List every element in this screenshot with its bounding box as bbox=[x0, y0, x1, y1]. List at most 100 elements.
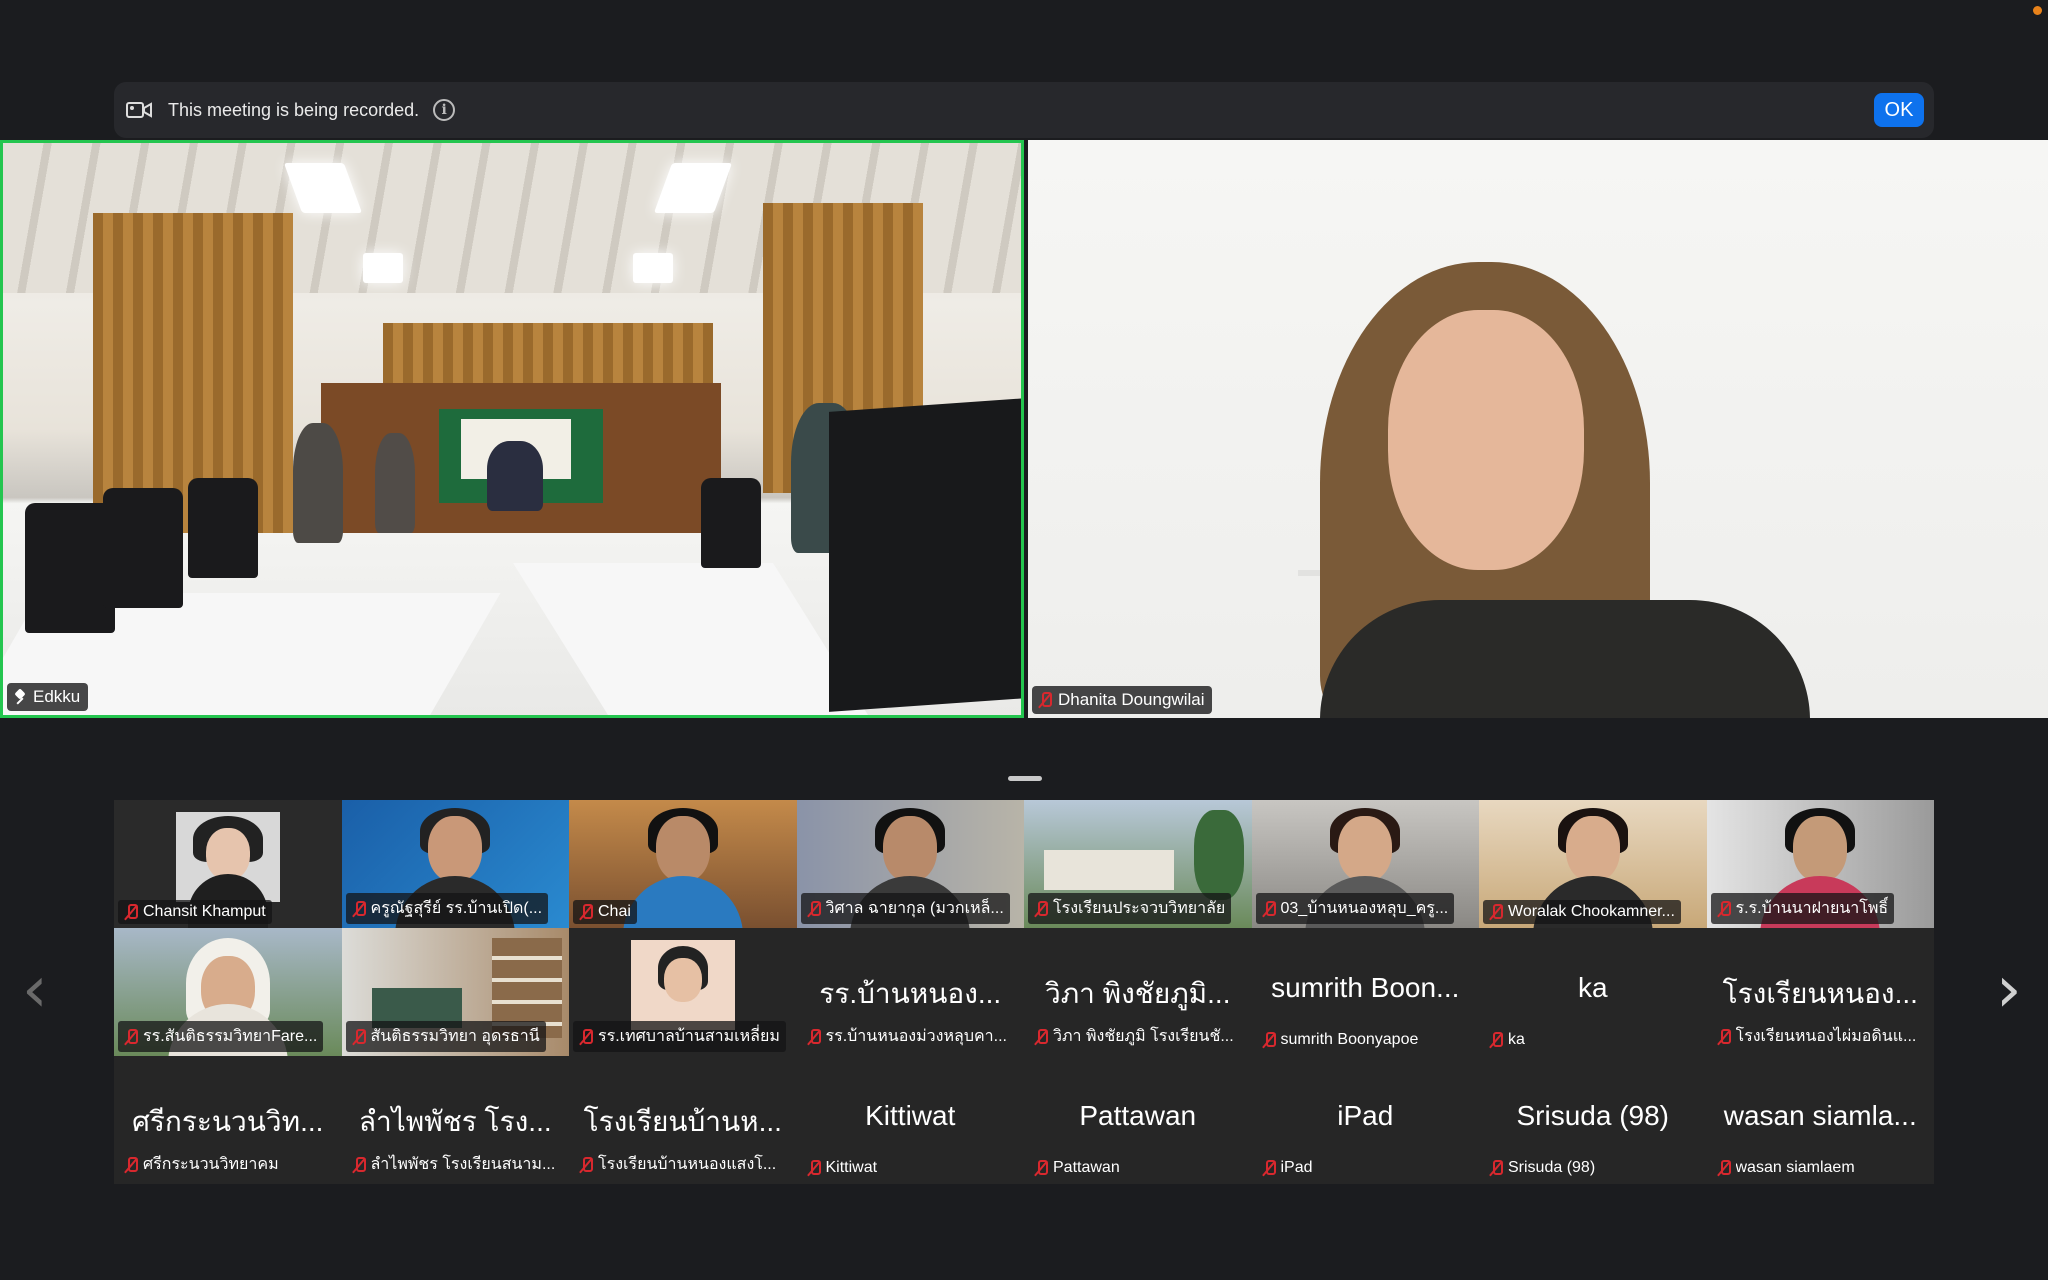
recording-message: This meeting is being recorded. bbox=[168, 99, 420, 120]
participant-tile[interactable]: Chai bbox=[569, 800, 797, 928]
participant-tile[interactable]: ครูณัฐสุรีย์ รร.บ้านเปิด(... bbox=[341, 800, 569, 928]
participant-tile[interactable]: Kittiwat Kittiwat bbox=[796, 1056, 1024, 1184]
participant-tile[interactable]: Pattawan Pattawan bbox=[1024, 1056, 1252, 1184]
participant-gallery: Chansit Khamput ครูณัฐสุรีย์ รร.บ้านเปิด… bbox=[114, 800, 1934, 1184]
participant-tile[interactable]: วิภา พิงชัยภูมิ... วิภา พิงชัยภูมิ โรงเร… bbox=[1024, 928, 1252, 1056]
participant-display-name: ka bbox=[1577, 972, 1608, 1003]
participant-display-name: รร.บ้านหนอง... bbox=[819, 978, 1002, 1009]
muted-mic-icon bbox=[807, 1160, 821, 1176]
participant-tile[interactable]: iPad iPad bbox=[1251, 1056, 1479, 1184]
participant-name: Pattawan bbox=[1053, 1159, 1120, 1176]
muted-mic-icon bbox=[1262, 900, 1276, 917]
participant-name: ลำไพพัชร โรงเรียนสนาม... bbox=[370, 1156, 556, 1173]
participant-display-name: Pattawan bbox=[1079, 1100, 1197, 1131]
participant-display-name: iPad bbox=[1337, 1100, 1394, 1131]
next-page-chevron-icon[interactable]: › bbox=[1996, 958, 2026, 1022]
pin-icon bbox=[13, 689, 27, 705]
participant-tile[interactable]: ร.ร.บ้านนาฝายนาโพธิ์ bbox=[1706, 800, 1934, 928]
participant-tile[interactable]: โรงเรียนประจวบวิทยาลัย bbox=[1024, 800, 1252, 928]
muted-mic-icon bbox=[1489, 1032, 1503, 1048]
prev-page-chevron-icon[interactable]: ‹ bbox=[22, 958, 52, 1022]
participant-tile[interactable]: wasan siamla... wasan siamlaem bbox=[1706, 1056, 1934, 1184]
participant-name: wasan siamlaem bbox=[1735, 1159, 1855, 1176]
participant-tile[interactable]: วิศาล ฉายากุล (มวกเหล็... bbox=[796, 800, 1024, 928]
participant-display-name: wasan siamla... bbox=[1723, 1100, 1917, 1131]
participant-name: รร.บ้านหนองม่วงหลุบคา... bbox=[825, 1028, 1008, 1045]
muted-mic-icon bbox=[807, 1028, 821, 1045]
participant-name: Edkku bbox=[33, 687, 81, 706]
participant-name: วิภา พิงชัยภูมิ โรงเรียนชั... bbox=[1053, 1028, 1234, 1045]
muted-mic-icon bbox=[1034, 900, 1048, 917]
participant-tile[interactable]: Srisuda (98) Srisuda (98) bbox=[1479, 1056, 1707, 1184]
participant-name: Chansit Khamput bbox=[143, 903, 266, 920]
participant-display-name: Kittiwat bbox=[865, 1100, 956, 1131]
participant-tile[interactable]: sumrith Boon... sumrith Boonyapoe bbox=[1251, 928, 1479, 1056]
participant-name: รร.เทศบาลบ้านสามเหลี่ยม bbox=[598, 1028, 780, 1045]
participant-name: Srisuda (98) bbox=[1508, 1159, 1596, 1176]
participant-tile[interactable]: ศรีกระนวนวิท... ศรีกระนวนวิทยาคม bbox=[114, 1056, 342, 1184]
recording-camera-icon bbox=[126, 100, 154, 120]
participant-name: sumrith Boonyapoe bbox=[1280, 1031, 1419, 1048]
muted-mic-icon bbox=[1489, 1160, 1503, 1176]
muted-mic-icon bbox=[124, 904, 138, 920]
muted-mic-icon bbox=[1717, 1028, 1731, 1045]
muted-mic-icon bbox=[1717, 1160, 1731, 1176]
participant-tile[interactable]: รร.สันติธรรมวิทยาFare... bbox=[114, 928, 342, 1056]
muted-mic-icon bbox=[579, 1156, 593, 1173]
muted-mic-icon bbox=[1034, 1028, 1048, 1045]
participant-name: โรงเรียนบ้านหนองแสงโ... bbox=[598, 1156, 777, 1173]
participant-tile[interactable]: 03_บ้านหนองหลุบ_ครู... bbox=[1251, 800, 1479, 928]
participant-name: รร.สันติธรรมวิทยาFare... bbox=[143, 1028, 318, 1045]
participant-name: Chai bbox=[598, 903, 631, 920]
participant-name: ka bbox=[1508, 1031, 1525, 1048]
participant-name: ศรีกระนวนวิทยาคม bbox=[143, 1156, 279, 1173]
ok-button[interactable]: OK bbox=[1874, 93, 1924, 127]
main-video-name-tag: Edkku bbox=[7, 683, 89, 711]
muted-mic-icon bbox=[1717, 900, 1731, 917]
participant-display-name: ลำไพพัชร โรง... bbox=[358, 1106, 552, 1137]
muted-mic-icon bbox=[124, 1028, 138, 1045]
participant-tile[interactable]: ลำไพพัชร โรง... ลำไพพัชร โรงเรียนสนาม... bbox=[341, 1056, 569, 1184]
participant-display-name: โรงเรียนหนอง... bbox=[1722, 978, 1918, 1009]
participant-name: Woralak Chookamner... bbox=[1508, 903, 1675, 920]
participant-tile[interactable]: โรงเรียนบ้านห... โรงเรียนบ้านหนองแสงโ... bbox=[569, 1056, 797, 1184]
participant-tile[interactable]: Woralak Chookamner... bbox=[1479, 800, 1707, 928]
participant-name: โรงเรียนหนองไผ่มอดินแ... bbox=[1735, 1028, 1917, 1045]
muted-mic-icon bbox=[579, 904, 593, 920]
participant-display-name: ศรีกระนวนวิท... bbox=[132, 1106, 324, 1137]
resize-handle[interactable] bbox=[1008, 776, 1042, 781]
participant-tile[interactable]: ka ka bbox=[1479, 928, 1707, 1056]
main-video-edkku[interactable]: Edkku bbox=[0, 140, 1024, 718]
conference-room-video bbox=[3, 143, 1021, 715]
muted-mic-icon bbox=[1489, 904, 1503, 920]
participant-display-name: Srisuda (98) bbox=[1516, 1100, 1669, 1131]
muted-mic-icon bbox=[124, 1156, 138, 1173]
info-icon[interactable]: i bbox=[433, 99, 456, 121]
muted-mic-icon bbox=[352, 900, 366, 917]
muted-mic-icon bbox=[807, 900, 821, 917]
participant-tile[interactable]: Chansit Khamput bbox=[114, 800, 342, 928]
participant-name: iPad bbox=[1280, 1159, 1313, 1176]
participant-tile[interactable]: โรงเรียนหนอง... โรงเรียนหนองไผ่มอดินแ... bbox=[1706, 928, 1934, 1056]
participant-display-name: sumrith Boon... bbox=[1271, 972, 1460, 1003]
participant-display-name: วิภา พิงชัยภูมิ... bbox=[1045, 978, 1231, 1009]
main-video-dhanita[interactable]: Dhanita Doungwilai bbox=[1028, 140, 2048, 718]
muted-mic-icon bbox=[1034, 1160, 1048, 1176]
participant-name: 03_บ้านหนองหลุบ_ครู... bbox=[1280, 900, 1449, 917]
main-video-name-tag: Dhanita Doungwilai bbox=[1032, 686, 1213, 714]
muted-mic-icon bbox=[1262, 1032, 1276, 1048]
participant-tile[interactable]: รร.บ้านหนอง... รร.บ้านหนองม่วงหลุบคา... bbox=[796, 928, 1024, 1056]
participant-name: สันติธรรมวิทยา อุดรธานี bbox=[370, 1028, 540, 1045]
participant-video bbox=[1028, 140, 2048, 718]
participant-tile[interactable]: สันติธรรมวิทยา อุดรธานี bbox=[341, 928, 569, 1056]
participant-name: Kittiwat bbox=[825, 1159, 878, 1176]
recording-banner: This meeting is being recorded. i OK bbox=[114, 82, 1934, 138]
participant-name: Dhanita Doungwilai bbox=[1058, 690, 1205, 709]
recording-indicator-dot bbox=[2033, 6, 2042, 15]
muted-mic-icon bbox=[352, 1156, 366, 1173]
muted-mic-icon bbox=[1262, 1160, 1276, 1176]
participant-name: โรงเรียนประจวบวิทยาลัย bbox=[1053, 900, 1226, 917]
participant-name: วิศาล ฉายากุล (มวกเหล็... bbox=[825, 900, 1004, 917]
participant-name: ร.ร.บ้านนาฝายนาโพธิ์ bbox=[1735, 900, 1889, 917]
participant-tile[interactable]: รร.เทศบาลบ้านสามเหลี่ยม bbox=[569, 928, 797, 1056]
